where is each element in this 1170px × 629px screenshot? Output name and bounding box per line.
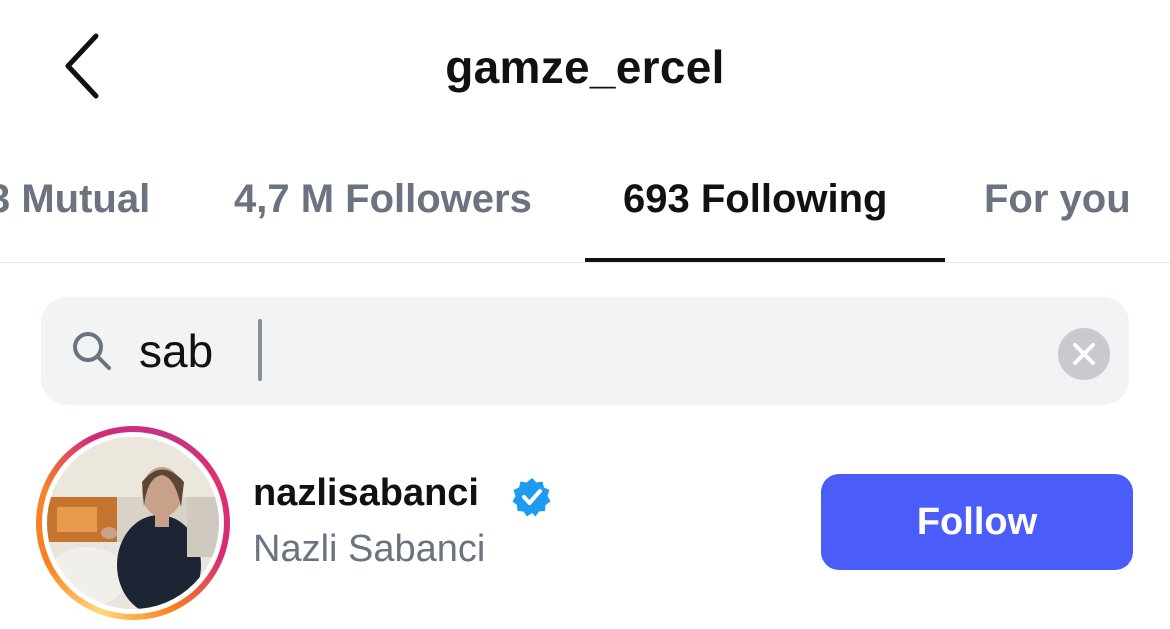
search-icon — [73, 332, 111, 370]
tab-followers[interactable]: 4,7 M Followers — [234, 177, 532, 222]
tab-mutual[interactable]: 3 Mutual — [0, 177, 150, 222]
clear-search-button[interactable] — [1058, 328, 1110, 380]
verified-badge-icon — [512, 478, 551, 517]
text-cursor — [258, 319, 262, 381]
result-full-name: Nazli Sabanci — [253, 528, 486, 570]
result-username[interactable]: nazlisabanci — [253, 472, 479, 515]
search-input[interactable] — [139, 319, 1039, 383]
search-bar[interactable] — [41, 297, 1129, 405]
tab-for-you[interactable]: For you — [984, 177, 1131, 222]
avatar[interactable] — [47, 437, 219, 609]
tab-bar: 3 Mutual 4,7 M Followers 693 Following F… — [0, 135, 1170, 263]
follow-button[interactable]: Follow — [821, 474, 1133, 570]
active-tab-indicator — [585, 258, 945, 262]
clear-icon — [1073, 343, 1095, 365]
tab-following[interactable]: 693 Following — [623, 177, 887, 222]
list-item[interactable]: nazlisabanci Nazli Sabanci Follow — [0, 420, 1170, 629]
profile-photo — [47, 437, 219, 609]
top-bar: gamze_ercel — [0, 0, 1170, 135]
page-title: gamze_ercel — [445, 41, 725, 93]
